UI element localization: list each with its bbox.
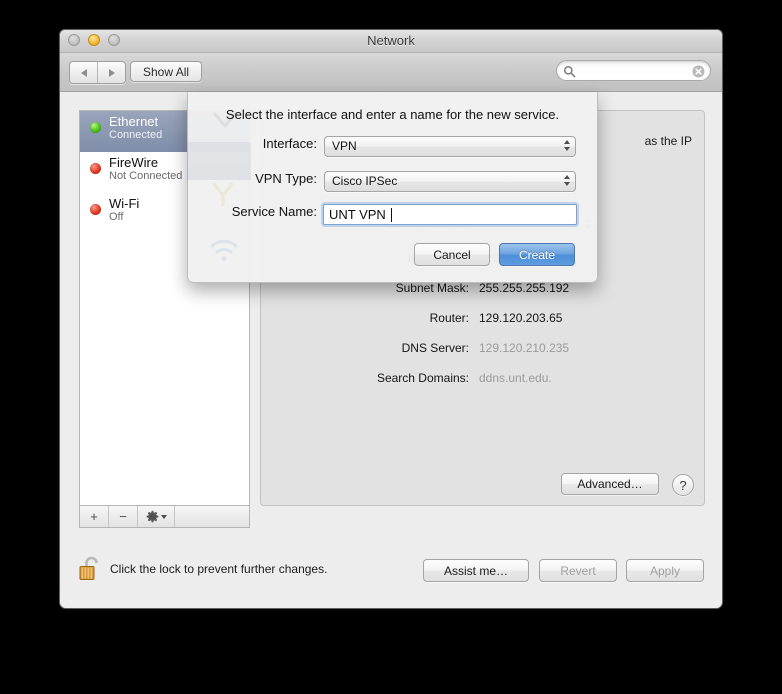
interface-value: VPN <box>332 139 357 153</box>
field-label: Router: <box>261 311 469 325</box>
advanced-button[interactable]: Advanced… <box>561 473 659 495</box>
field-label: DNS Server: <box>261 341 469 355</box>
service-name-input[interactable]: UNT VPN <box>323 204 577 225</box>
title-bar: Network <box>60 30 722 53</box>
new-service-sheet: Select the interface and enter a name fo… <box>187 92 598 283</box>
interface-popup-button[interactable]: VPN <box>324 136 576 157</box>
ghost-wifi-icon <box>208 237 240 263</box>
field-value: 129.120.203.65 <box>479 311 562 325</box>
stepper-arrows-icon <box>564 175 570 186</box>
back-button[interactable] <box>70 62 98 83</box>
clear-search-icon[interactable] <box>692 65 705 78</box>
stepper-arrows-icon <box>564 140 570 151</box>
help-button[interactable]: ? <box>672 474 694 496</box>
field-label: Subnet Mask: <box>261 281 469 295</box>
service-name: FireWire <box>109 155 158 170</box>
field-value: ddns.unt.edu. <box>479 371 552 385</box>
gear-icon <box>146 510 159 523</box>
field-label: Search Domains: <box>261 371 469 385</box>
sheet-button-row: Cancel Create <box>414 243 575 266</box>
text-caret <box>391 208 392 222</box>
field-row-subnet-mask: Subnet Mask: 255.255.255.192 <box>261 281 704 301</box>
apply-button[interactable]: Apply <box>626 559 704 582</box>
status-dot-icon <box>90 204 101 215</box>
sheet-row-vpn-type: VPN Type: Cisco IPSec <box>188 171 597 193</box>
action-menu-button[interactable] <box>138 506 175 527</box>
interface-label: Interface: <box>188 136 317 151</box>
toolbar: Show All <box>60 53 722 92</box>
service-status: Connected <box>109 129 162 141</box>
preferences-body: Ethernet Connected FireWire Not Connecte… <box>60 92 722 609</box>
field-value: 129.120.210.235 <box>479 341 569 355</box>
service-name-label: Service Name: <box>188 204 317 219</box>
revert-button[interactable]: Revert <box>539 559 617 582</box>
search-icon <box>563 65 576 78</box>
status-dot-icon <box>90 122 101 133</box>
sheet-title: Select the interface and enter a name fo… <box>188 107 597 122</box>
remove-service-button[interactable]: − <box>109 506 138 527</box>
vpn-type-value: Cisco IPSec <box>332 174 397 188</box>
search-input[interactable] <box>579 61 688 82</box>
service-name: Ethernet <box>109 114 158 129</box>
field-row-search-domains: Search Domains: ddns.unt.edu. <box>261 371 704 391</box>
forward-button[interactable] <box>98 62 125 83</box>
chevron-left-icon <box>81 69 87 77</box>
assist-me-button[interactable]: Assist me… <box>423 559 529 582</box>
chevron-right-icon <box>109 69 115 77</box>
lock-hint-text: Click the lock to prevent further change… <box>110 562 327 576</box>
service-name-value: UNT VPN <box>329 207 386 222</box>
search-field[interactable] <box>556 60 711 81</box>
unlocked-padlock-icon[interactable] <box>78 555 104 583</box>
service-status: Off <box>109 211 123 223</box>
service-status: Not Connected <box>109 170 182 182</box>
service-name: Wi-Fi <box>109 196 139 211</box>
add-service-button[interactable]: + <box>80 506 109 527</box>
sheet-row-service-name: Service Name: UNT VPN <box>188 204 597 226</box>
bottom-bar: Click the lock to prevent further change… <box>60 546 722 608</box>
status-dot-icon <box>90 163 101 174</box>
cancel-button[interactable]: Cancel <box>414 243 490 266</box>
window-title: Network <box>60 33 722 48</box>
toolbar-filler <box>175 506 249 527</box>
network-preferences-window: Network Show All Ethernet <box>59 29 723 609</box>
field-row-dns-server: DNS Server: 129.120.210.235 <box>261 341 704 361</box>
service-list-toolbar: + − <box>79 506 250 528</box>
field-value: 255.255.255.192 <box>479 281 569 295</box>
field-row-router: Router: 129.120.203.65 <box>261 311 704 331</box>
create-button[interactable]: Create <box>499 243 575 266</box>
vpn-type-popup-button[interactable]: Cisco IPSec <box>324 171 576 192</box>
chevron-down-icon <box>161 515 167 519</box>
vpn-type-label: VPN Type: <box>188 171 317 186</box>
navigation-segmented-control[interactable] <box>69 61 126 84</box>
sheet-row-interface: Interface: VPN <box>188 136 597 158</box>
show-all-button[interactable]: Show All <box>130 61 202 82</box>
